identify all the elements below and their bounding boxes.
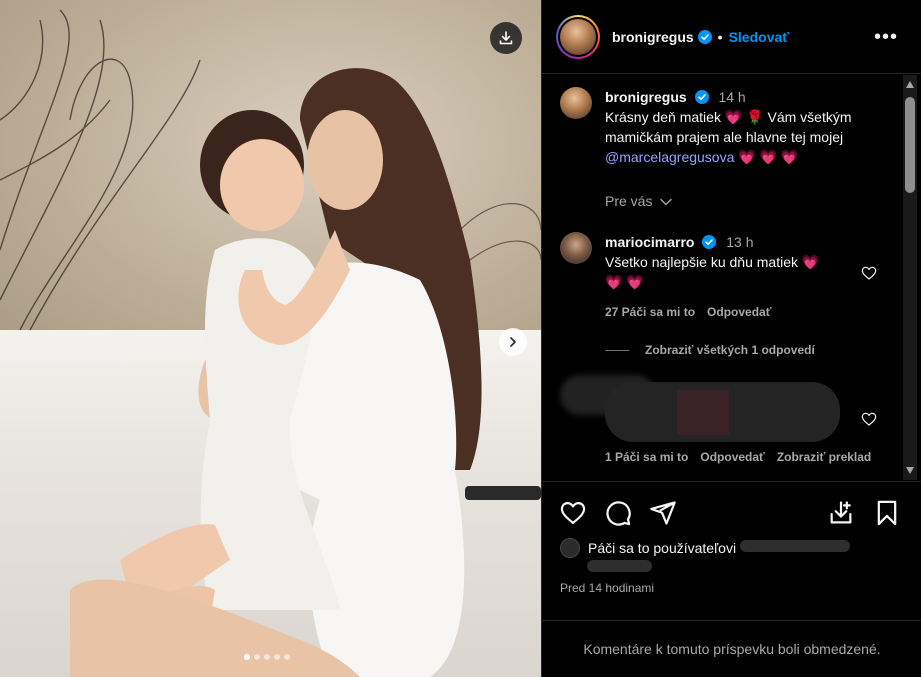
redacted-username xyxy=(740,540,851,552)
author-username[interactable]: bronigregus xyxy=(612,29,694,45)
carousel-next-button[interactable] xyxy=(499,328,527,356)
carousel-dot xyxy=(274,654,280,660)
post-side-panel: bronigregus • Sledovať ••• bronigregus 1… xyxy=(541,0,921,677)
comment-hearts-line2: 💗 💗 xyxy=(605,274,644,290)
verified-badge-icon xyxy=(702,235,717,249)
redacted-region xyxy=(677,390,729,435)
caption-hearts: 💗 💗 💗 xyxy=(738,149,799,165)
author-avatar[interactable] xyxy=(556,14,600,59)
scroll-down-arrow[interactable] xyxy=(906,467,914,474)
scrollbar[interactable] xyxy=(903,75,917,480)
more-options-button[interactable]: ••• xyxy=(874,26,898,49)
post-header: bronigregus • Sledovať ••• xyxy=(542,0,921,74)
comment-avatar[interactable] xyxy=(560,232,592,264)
caption-text-1: Krásny deň matiek xyxy=(605,109,721,125)
caption-avatar[interactable] xyxy=(560,87,592,119)
rose-emoji: 🌹 xyxy=(746,109,764,125)
carousel-dot xyxy=(284,654,290,660)
for-you-label: Pre vás xyxy=(605,193,653,209)
caption: bronigregus 14 h Krásny deň matiek 💗 🌹 V… xyxy=(560,87,890,187)
comment-like-icon[interactable] xyxy=(861,411,877,427)
comment-heart: 💗 xyxy=(801,254,820,270)
follow-button[interactable]: Sledovať xyxy=(729,29,789,45)
carousel-indicator xyxy=(244,654,290,660)
save-to-collection-icon[interactable] xyxy=(827,499,855,527)
comment-like-icon[interactable] xyxy=(861,265,877,281)
caption-username[interactable]: bronigregus xyxy=(605,89,687,105)
comment-reply-button[interactable]: Odpovedať xyxy=(707,305,771,319)
bookmark-icon[interactable] xyxy=(873,499,901,527)
scroll-thumb[interactable] xyxy=(905,97,915,193)
caption-mention[interactable]: @marcelagregusova xyxy=(605,149,734,165)
restricted-text: Komentáre k tomuto príspevku boli obmedz… xyxy=(583,641,881,657)
comment-text: Všetko najlepšie ku dňu matiek xyxy=(605,254,798,270)
chevron-down-icon xyxy=(660,198,673,206)
carousel-dot xyxy=(264,654,270,660)
verified-badge-icon xyxy=(694,90,709,104)
download-icon xyxy=(499,31,513,45)
download-button[interactable] xyxy=(490,22,522,54)
post-timestamp[interactable]: Pred 14 hodinami xyxy=(560,581,654,595)
replies-line xyxy=(605,349,629,351)
comment-likes[interactable]: 1 Páči sa mi to xyxy=(605,450,688,464)
comment-icon[interactable] xyxy=(604,499,632,527)
comments-restricted-notice: Komentáre k tomuto príspevku boli obmedz… xyxy=(542,620,921,677)
separator-dot: • xyxy=(717,28,723,45)
post-image[interactable] xyxy=(0,0,541,677)
scroll-up-arrow[interactable] xyxy=(906,81,914,88)
liked-by[interactable]: Páči sa to používateľovi xyxy=(560,538,851,558)
carousel-dot xyxy=(244,654,250,660)
redacted-text xyxy=(587,560,652,572)
photo-scene xyxy=(0,9,541,677)
view-replies-label: Zobraziť všetkých 1 odpovedí xyxy=(645,343,815,357)
liked-by-text: Páči sa to používateľovi xyxy=(588,540,737,556)
carousel-dot xyxy=(254,654,260,660)
comment-item: mariocimarro 13 h Všetko najlepšie ku dň… xyxy=(560,232,890,312)
action-bar xyxy=(542,481,921,541)
share-icon[interactable] xyxy=(649,499,677,527)
verified-badge-icon xyxy=(697,29,712,44)
like-icon[interactable] xyxy=(559,499,587,527)
comments-list[interactable]: bronigregus 14 h Krásny deň matiek 💗 🌹 V… xyxy=(542,75,921,480)
chevron-right-icon xyxy=(510,337,516,347)
comment-meta: 1 Páči sa mi to Odpovedať Zobraziť prekl… xyxy=(605,450,871,464)
view-replies-button[interactable]: Zobraziť všetkých 1 odpovedí xyxy=(605,343,815,357)
comment-reply-button[interactable]: Odpovedať xyxy=(700,450,764,464)
comment-time: 13 h xyxy=(726,234,754,250)
liker-avatar xyxy=(560,538,580,558)
comment-username[interactable]: mariocimarro xyxy=(605,234,694,250)
heart-emoji: 💗 xyxy=(724,109,743,125)
for-you-dropdown[interactable]: Pre vás xyxy=(605,193,673,209)
comment-likes[interactable]: 27 Páči sa mi to xyxy=(605,305,695,319)
caption-time: 14 h xyxy=(718,89,746,105)
comment-meta: 27 Páči sa mi to Odpovedať xyxy=(605,305,771,319)
translate-button[interactable]: Zobraziť preklad xyxy=(777,450,871,464)
